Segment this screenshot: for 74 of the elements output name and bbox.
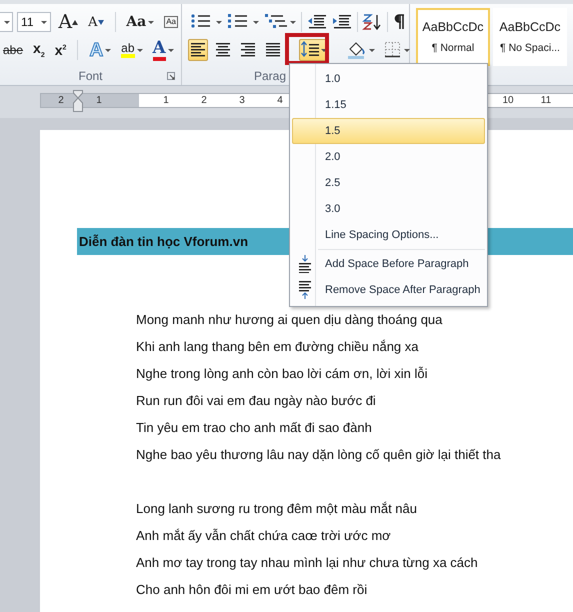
dialog-launcher-icon (167, 72, 175, 80)
shrink-font-button[interactable]: A (85, 11, 107, 33)
borders-icon (384, 41, 402, 59)
menu-item[interactable]: 2.0 (292, 144, 485, 170)
poem-line: Run run đôi vai em đau ngày nào bước đi (136, 392, 377, 410)
menu-item[interactable]: Add Space Before Paragraph (292, 251, 485, 277)
up-caret-icon (72, 20, 78, 24)
poem-line: Khi anh lang thang bên em đường chiều nắng xa (136, 338, 420, 356)
line-spacing-icon (301, 41, 319, 59)
font-size-value: 11 (21, 15, 34, 29)
caret-icon (321, 48, 327, 52)
menu-item[interactable]: 1.5 (292, 118, 485, 144)
heading-text: Diễn đàn tin học Vforum.vn (79, 234, 248, 249)
highlight-button[interactable]: ab (118, 39, 146, 61)
font-color-button[interactable]: A (150, 39, 177, 61)
decrease-indent-icon (306, 13, 327, 31)
caret-icon (253, 20, 259, 24)
align-right-icon (240, 41, 256, 59)
menu-item[interactable]: 1.0 (292, 66, 485, 92)
poem-line: Nghe trong lòng anh còn bao lời cám ơn, lời xin lỗi (136, 365, 429, 383)
menu-item[interactable]: Line Spacing Options... (292, 222, 485, 248)
ruler-number: 2 (200, 94, 208, 107)
space-before-icon (298, 255, 312, 273)
caret-icon (4, 20, 10, 24)
ruler-number: 1 (95, 94, 103, 107)
group-label: Parag (254, 69, 286, 83)
font-name-field[interactable] (0, 12, 14, 32)
caret-icon (136, 48, 143, 52)
caret-icon (168, 48, 174, 52)
indent-marker-icon (73, 90, 83, 112)
menu-item[interactable]: 2.5 (292, 170, 485, 196)
menu-item[interactable]: 1.15 (292, 92, 485, 118)
ruler-number: 10 (501, 94, 515, 107)
ruler-number: 1 (162, 94, 170, 107)
space-after-icon (298, 281, 312, 299)
font-size-field[interactable]: 11 (17, 12, 52, 32)
sort-icon (362, 13, 382, 31)
caret-icon (148, 20, 154, 24)
strikethrough-button[interactable]: abe (0, 39, 26, 61)
align-left-icon (190, 41, 206, 59)
ruler-number: 4 (276, 94, 284, 107)
menu-item[interactable]: Remove Space After Paragraph (292, 277, 485, 303)
caret-icon (216, 20, 222, 24)
ruler-number: 2 (57, 94, 65, 107)
poem-line: Nghe bao yêu thương lâu nay dặn lòng cố quên giờ lại thiết tha (136, 446, 502, 464)
multilevel-list-icon (264, 13, 288, 31)
caret-icon (290, 20, 296, 24)
caret-icon (404, 48, 410, 52)
subscript-button[interactable]: x$_{2}$ (30, 39, 48, 61)
paint-bucket-icon (347, 41, 367, 59)
group-label: Font (78, 69, 102, 83)
ruler-number: 3 (238, 94, 246, 107)
style-tile[interactable]: AaBbCcDc ¶ No Spaci... (493, 8, 567, 66)
justify-icon (265, 41, 281, 59)
align-center-icon (215, 41, 231, 59)
grow-font-button[interactable]: A (55, 11, 82, 33)
style-tile[interactable]: AaBbCcDc ¶ Normal (416, 8, 490, 66)
increase-indent-icon (332, 13, 352, 31)
poem-line: Cho anh hôn đôi mi em ướt bao đêm rồi (136, 581, 368, 599)
down-caret-icon (98, 20, 104, 24)
poem-line: Anh mơ tay trong tay nhau mình lại như chưa từng xa cách (136, 554, 479, 572)
caret-icon (105, 48, 112, 52)
superscript-button[interactable]: x$^{2}$ (52, 39, 70, 61)
align-left-button[interactable] (188, 39, 208, 61)
poem-line: Long lanh sương ru trong đêm một màu mắt nâu (136, 500, 418, 518)
menu-item[interactable]: 3.0 (292, 196, 485, 222)
poem-line: Anh mắt ấy vẫn chất chứa caœ trời ước mơ (136, 527, 392, 545)
poem-line: Mong manh như hương ai quen dịu dàng thoáng qua (136, 311, 444, 329)
ruler-number: 11 (540, 94, 552, 107)
poem-line: Tin yêu em trao cho anh mất đi sao đành (136, 419, 373, 437)
caret-icon (41, 20, 48, 24)
caret-icon (369, 48, 375, 52)
clear-formatting-button[interactable]: Aa (161, 11, 181, 33)
change-case-button[interactable]: Aa (123, 11, 158, 33)
